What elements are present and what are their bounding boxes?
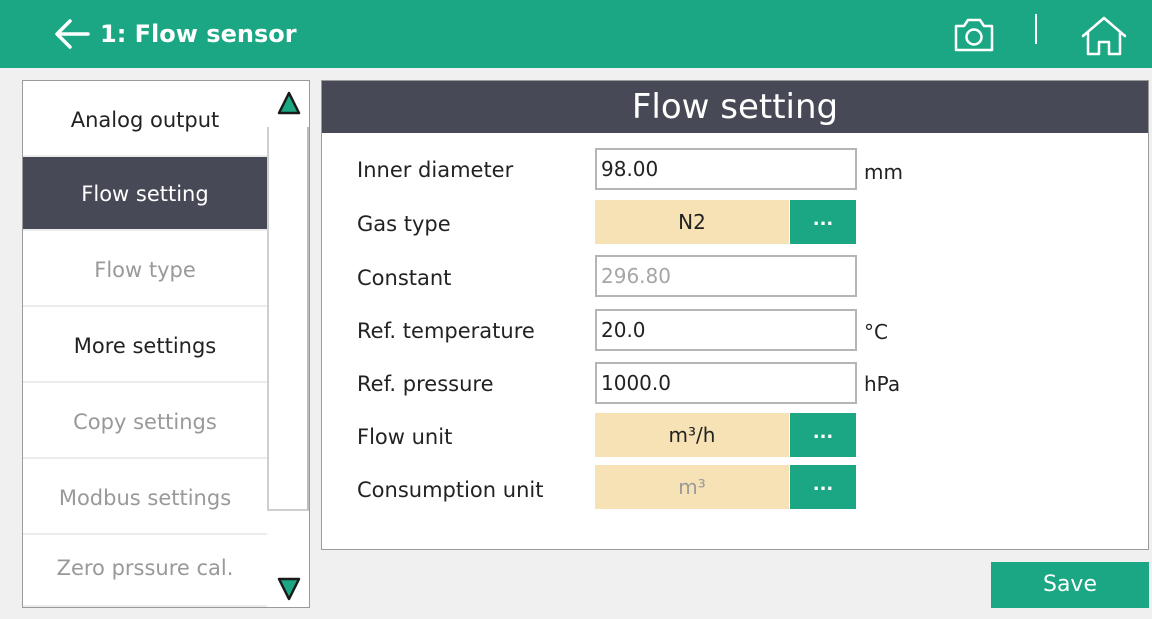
menu-item-more-settings[interactable]: More settings bbox=[23, 309, 267, 383]
inner-diameter-label: Inner diameter bbox=[357, 158, 514, 182]
menu-item-analog-output[interactable]: Analog output bbox=[23, 83, 267, 157]
scroll-up-button[interactable] bbox=[271, 83, 307, 123]
ref-pressure-input[interactable]: 1000.0 bbox=[595, 362, 857, 404]
scroll-down-button[interactable] bbox=[271, 569, 307, 607]
back-button[interactable] bbox=[52, 16, 92, 52]
panel-title: Flow setting bbox=[322, 81, 1148, 133]
ref-temperature-unit: °C bbox=[864, 320, 888, 344]
constant-label: Constant bbox=[357, 266, 452, 290]
screenshot-button[interactable] bbox=[948, 14, 1000, 56]
arrow-left-icon bbox=[55, 19, 90, 49]
consumption-unit-select[interactable]: m³ bbox=[595, 465, 789, 509]
camera-icon bbox=[954, 18, 994, 52]
menu-item-modbus-settings[interactable]: Modbus settings bbox=[23, 461, 267, 535]
ref-pressure-label: Ref. pressure bbox=[357, 372, 494, 396]
flow-unit-more-button[interactable]: ... bbox=[790, 413, 856, 457]
inner-diameter-input[interactable]: 98.00 bbox=[595, 148, 857, 190]
consumption-unit-label: Consumption unit bbox=[357, 478, 544, 502]
save-button[interactable]: Save bbox=[991, 562, 1149, 608]
gas-type-select[interactable]: N2 bbox=[595, 200, 789, 244]
gas-type-more-button[interactable]: ... bbox=[790, 200, 856, 244]
menu-item-flow-setting[interactable]: Flow setting bbox=[23, 157, 267, 231]
home-button[interactable] bbox=[1075, 12, 1133, 58]
ref-temperature-input[interactable]: 20.0 bbox=[595, 309, 857, 351]
flow-unit-label: Flow unit bbox=[357, 425, 453, 449]
home-icon bbox=[1081, 16, 1127, 56]
flow-unit-select[interactable]: m³/h bbox=[595, 413, 789, 457]
inner-diameter-unit: mm bbox=[864, 160, 903, 184]
flow-setting-panel: Flow setting Inner diameter 98.00 mm Gas… bbox=[321, 80, 1149, 550]
menu-item-copy-settings[interactable]: Copy settings bbox=[23, 385, 267, 459]
scrollbar-track[interactable] bbox=[267, 127, 309, 511]
settings-menu: Analog output Flow setting Flow type Mor… bbox=[22, 80, 310, 608]
top-bar: 1: Flow sensor bbox=[0, 0, 1152, 68]
menu-item-zero-pressure-cal[interactable]: Zero prssure cal. bbox=[23, 533, 267, 607]
page-title: 1: Flow sensor bbox=[100, 20, 297, 48]
constant-field: 296.80 bbox=[595, 255, 857, 297]
gas-type-label: Gas type bbox=[357, 212, 451, 236]
header-divider bbox=[1035, 14, 1037, 44]
ref-pressure-unit: hPa bbox=[864, 372, 901, 396]
ref-temperature-label: Ref. temperature bbox=[357, 319, 535, 343]
consumption-unit-more-button[interactable]: ... bbox=[790, 465, 856, 509]
menu-item-flow-type[interactable]: Flow type bbox=[23, 233, 267, 307]
triangle-down-icon bbox=[277, 577, 301, 601]
triangle-up-icon bbox=[277, 91, 301, 115]
